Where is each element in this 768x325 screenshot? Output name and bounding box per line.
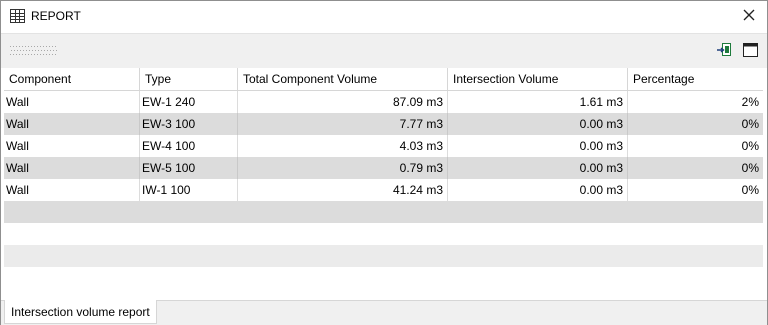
cell-percentage: 0% [741,139,759,153]
toolbar-grip-icon[interactable] [10,45,58,57]
cell-total-volume: 41.24 m3 [238,179,448,201]
empty-row [4,201,763,223]
table-row[interactable]: Wall EW-1 240 87.09 m3 1.61 m3 2% [4,91,763,113]
column-header-type[interactable]: Type [140,68,238,90]
cell-component: Wall [4,157,140,179]
title-bar: REPORT [1,1,767,32]
empty-row [4,245,763,267]
cell-intersection-volume: 0.00 m3 [448,157,628,179]
table-icon [10,9,25,23]
table-row[interactable]: Wall EW-4 100 4.03 m3 0.00 m3 0% [4,135,763,157]
table-row[interactable]: Wall IW-1 100 41.24 m3 0.00 m3 0% [4,179,763,201]
table-row[interactable]: Wall EW-5 100 0.79 m3 0.00 m3 0% [4,157,763,179]
cell-total-volume: 0.79 m3 [238,157,448,179]
cell-type: EW-3 100 [140,113,238,135]
cell-percentage: 0% [741,183,759,197]
cell-percentage: 2% [741,95,759,109]
column-header-intersection-volume[interactable]: Intersection Volume [448,68,628,90]
report-window: REPORT Component Type Total Component Vo… [0,0,768,325]
tab-intersection-volume-report[interactable]: Intersection volume report [4,300,157,324]
cell-percentage: 0% [741,117,759,131]
window-layout-icon [742,42,758,60]
cell-percentage: 0% [741,161,759,175]
window-title: REPORT [31,9,81,23]
close-icon [743,9,755,24]
tab-bar: Intersection volume report [1,300,767,325]
export-excel-button[interactable] [715,42,733,61]
cell-intersection-volume: 0.00 m3 [448,179,628,201]
empty-row [4,223,763,245]
column-header-percentage[interactable]: Percentage [628,68,763,90]
cell-component: Wall [4,179,140,201]
column-header-total-volume[interactable]: Total Component Volume [238,68,448,90]
cell-component: Wall [4,91,140,113]
table-header: Component Type Total Component Volume In… [4,68,763,91]
empty-row [4,267,763,300]
toolbar [1,33,767,68]
export-excel-icon [716,42,732,61]
cell-total-volume: 4.03 m3 [238,135,448,157]
cell-intersection-volume: 0.00 m3 [448,113,628,135]
cell-component: Wall [4,113,140,135]
cell-total-volume: 7.77 m3 [238,113,448,135]
close-button[interactable] [736,5,762,27]
cell-type: EW-4 100 [140,135,238,157]
cell-total-volume: 87.09 m3 [238,91,448,113]
cell-intersection-volume: 0.00 m3 [448,135,628,157]
cell-intersection-volume: 1.61 m3 [448,91,628,113]
column-header-component[interactable]: Component [4,68,140,90]
cell-type: IW-1 100 [140,179,238,201]
window-layout-button[interactable] [741,42,759,60]
report-table: Component Type Total Component Volume In… [4,68,763,300]
cell-type: EW-5 100 [140,157,238,179]
cell-type: EW-1 240 [140,91,238,113]
table-row[interactable]: Wall EW-3 100 7.77 m3 0.00 m3 0% [4,113,763,135]
cell-component: Wall [4,135,140,157]
